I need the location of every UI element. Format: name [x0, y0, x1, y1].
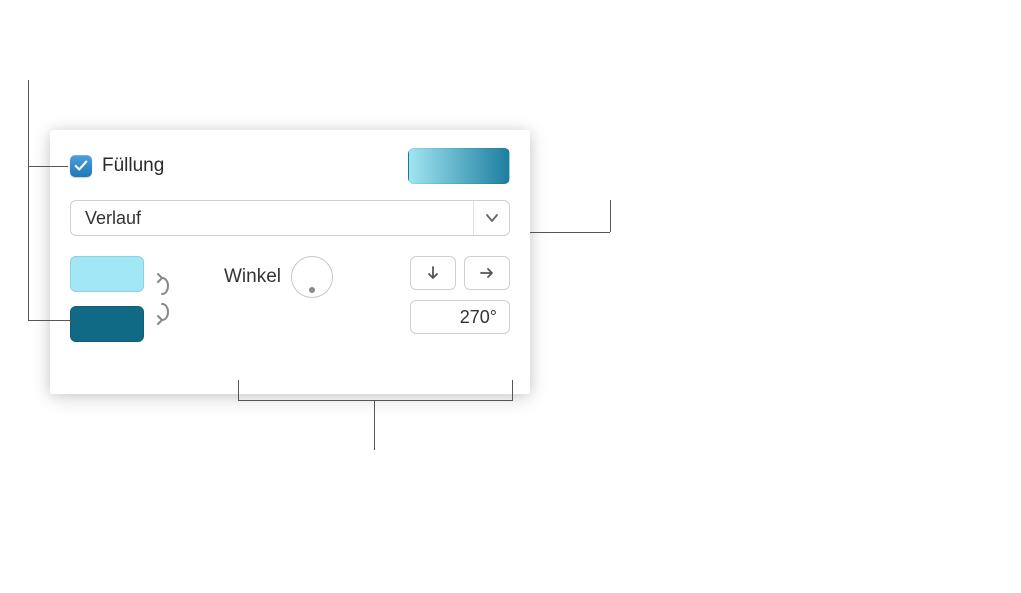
chevron-down-icon	[485, 213, 499, 223]
angle-dial-marker	[309, 287, 315, 293]
callout-line	[28, 320, 76, 321]
direction-buttons	[410, 256, 510, 290]
angle-label: Winkel	[224, 266, 281, 288]
fill-checkbox-label: Füllung	[102, 155, 164, 177]
color-stops-column	[70, 256, 144, 342]
fill-header-row: Füllung	[70, 148, 510, 184]
dropdown-arrow-box	[473, 201, 509, 235]
color-stops-group	[70, 256, 172, 342]
callout-line	[512, 380, 513, 400]
angle-group: Winkel	[224, 256, 333, 298]
fill-type-value: Verlauf	[85, 208, 141, 229]
checkmark-icon	[74, 159, 88, 173]
callout-line	[610, 200, 611, 232]
angle-input[interactable]: 270°	[410, 300, 510, 334]
right-controls-column: 270°	[410, 256, 510, 334]
fill-checkbox[interactable]	[70, 155, 92, 177]
fill-type-dropdown[interactable]: Verlauf	[70, 200, 510, 236]
fill-checkbox-group: Füllung	[70, 155, 164, 177]
swap-arrows-icon	[152, 272, 172, 326]
arrow-down-icon	[425, 265, 441, 281]
arrow-right-icon	[479, 265, 495, 281]
fill-panel: Füllung Verlauf	[50, 130, 530, 394]
callout-line	[530, 232, 610, 233]
angle-value: 270°	[460, 307, 497, 328]
gradient-color-1[interactable]	[70, 256, 144, 292]
gradient-color-2[interactable]	[70, 306, 144, 342]
angle-dial[interactable]	[291, 256, 333, 298]
callout-line	[238, 380, 239, 400]
callout-line	[374, 400, 375, 450]
fill-gradient-controls: Winkel 270°	[70, 256, 510, 342]
gradient-vertical-button[interactable]	[410, 256, 456, 290]
swap-colors-button[interactable]	[152, 272, 172, 326]
gradient-horizontal-button[interactable]	[464, 256, 510, 290]
fill-preview-swatch[interactable]	[408, 148, 510, 184]
callout-line	[28, 80, 29, 320]
callout-line	[238, 400, 513, 401]
callout-line	[28, 166, 68, 167]
